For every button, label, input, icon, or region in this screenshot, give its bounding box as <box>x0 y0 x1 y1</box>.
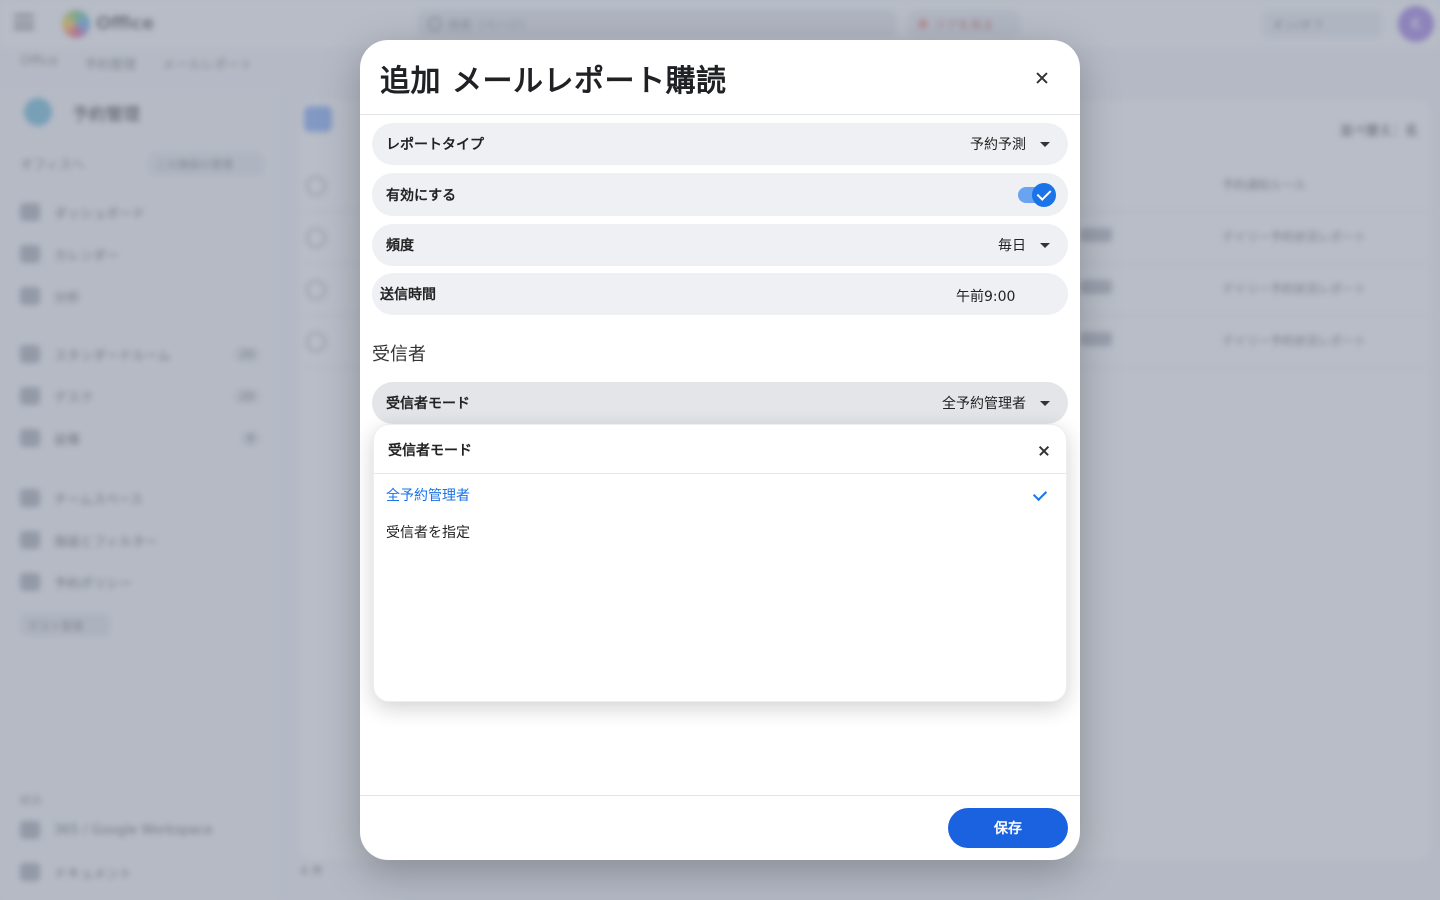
chevron-down-icon <box>1040 242 1050 248</box>
option-specify-recipients[interactable]: 受信者を指定 <box>386 517 1056 547</box>
recipient-mode-value: 全予約管理者 <box>942 396 1026 412</box>
report-type-select[interactable]: レポートタイプ 予約予測 <box>372 123 1068 165</box>
frequency-select[interactable]: 頻度 毎日 <box>372 224 1068 266</box>
send-time-field[interactable]: 送信時間 午前9:00 <box>372 273 1068 315</box>
option-all-managers[interactable]: 全予約管理者 <box>386 480 1056 510</box>
frequency-value: 毎日 <box>998 238 1026 254</box>
chevron-down-icon <box>1040 400 1050 406</box>
close-icon[interactable] <box>1032 439 1056 463</box>
footer-divider <box>360 795 1080 796</box>
dropdown-title: 受信者モード <box>388 443 472 459</box>
report-type-value: 予約予測 <box>970 137 1026 153</box>
option-label: 受信者を指定 <box>386 525 470 541</box>
header-divider <box>360 114 1080 115</box>
recipient-mode-label: 受信者モード <box>386 396 470 412</box>
option-label: 全予約管理者 <box>386 488 470 504</box>
dropdown-divider <box>374 473 1068 474</box>
save-button[interactable]: 保存 <box>948 808 1068 848</box>
check-icon <box>1032 486 1048 502</box>
report-type-label: レポートタイプ <box>386 137 484 153</box>
enabled-toggle[interactable] <box>1018 182 1056 207</box>
send-time-label: 送信時間 <box>380 287 436 303</box>
chevron-down-icon <box>1040 141 1050 147</box>
modal-title: 追加 メールレポート購読 <box>380 64 727 99</box>
enabled-row: 有効にする <box>372 173 1068 216</box>
frequency-label: 頻度 <box>386 238 414 254</box>
recipient-mode-select[interactable]: 受信者モード 全予約管理者 <box>372 382 1068 424</box>
close-icon[interactable] <box>1026 62 1058 94</box>
recipients-section-title: 受信者 <box>372 344 426 365</box>
check-icon <box>1032 182 1056 207</box>
add-email-report-modal: 追加 メールレポート購読 レポートタイプ 予約予測 有効にする 頻度 毎日 送信… <box>360 40 1080 860</box>
send-time-value[interactable]: 午前9:00 <box>956 286 1015 306</box>
enabled-label: 有効にする <box>386 187 457 204</box>
recipient-mode-dropdown: 受信者モード 全予約管理者 受信者を指定 <box>373 424 1068 702</box>
